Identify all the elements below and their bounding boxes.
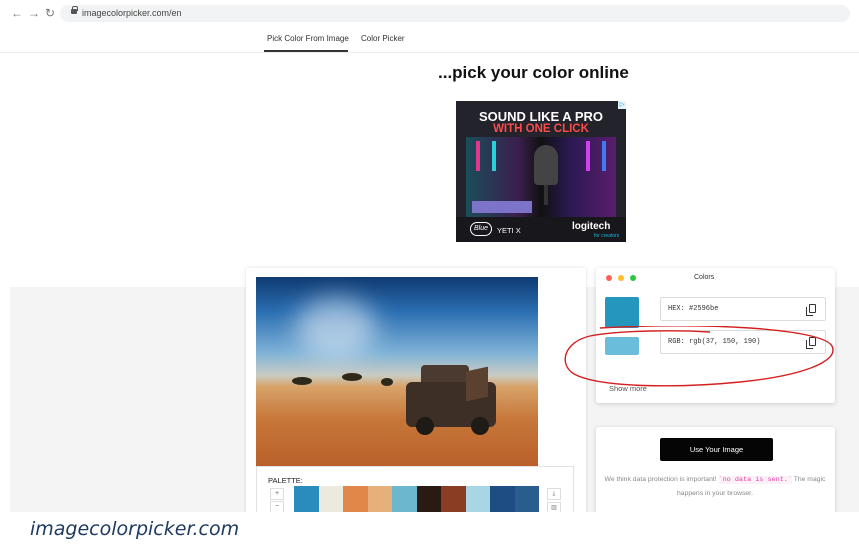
ad-headline: SOUND LIKE A PRO (479, 109, 603, 124)
ad-light-strip (602, 141, 606, 171)
reload-icon[interactable]: ↻ (45, 6, 55, 20)
ad-subheadline: WITH ONE CLICK (493, 123, 589, 135)
privacy-note: We think data protection is important! `… (600, 473, 830, 500)
tree-shape (342, 373, 362, 381)
palette-swatch[interactable] (416, 486, 441, 513)
palette-swatch[interactable] (343, 486, 368, 513)
red-annotation-circle (564, 326, 834, 387)
site-nav (0, 26, 859, 53)
keyboard-graphic (472, 201, 532, 213)
watermark-text: imagecolorpicker.com (30, 518, 240, 540)
lock-icon (71, 6, 78, 14)
tab-color-picker[interactable]: Color Picker (361, 34, 405, 43)
page: ← → ↻ imagecolorpicker.com/en Pick Color… (0, 0, 859, 544)
arrow-left-icon[interactable]: ← (11, 6, 23, 20)
uploaded-image[interactable] (256, 277, 538, 466)
microphone-stand (544, 185, 548, 205)
logitech-logo: logitech (572, 221, 611, 232)
zoom-in-button[interactable]: + (270, 488, 284, 500)
car-wheel (471, 417, 489, 435)
download-icon[interactable]: ⤓ (547, 488, 561, 500)
microphone-icon (534, 145, 558, 185)
tree-shape (381, 378, 393, 386)
active-tab-indicator (264, 50, 348, 52)
palette-swatch[interactable] (441, 486, 466, 513)
colors-panel-title: Colors (694, 274, 715, 281)
window-dot-red (606, 275, 612, 281)
adchoices-icon[interactable]: ▷ (618, 101, 626, 109)
palette-swatch[interactable] (465, 486, 490, 513)
palette-swatch[interactable] (392, 486, 417, 513)
palette-swatch[interactable] (490, 486, 515, 513)
car-wheel (416, 417, 434, 435)
ad-light-strip (476, 141, 480, 171)
use-your-image-button[interactable]: Use Your Image (660, 438, 773, 461)
ad-light-strip (492, 141, 496, 171)
hex-value[interactable]: HEX: #2596be (668, 305, 718, 313)
palette-label: PALETTE: (268, 476, 303, 485)
primary-color-swatch[interactable] (605, 297, 639, 328)
privacy-text-prefix: We think data protection is important! (604, 476, 719, 483)
privacy-code: `no data is sent.` (718, 476, 792, 484)
palette-swatch[interactable] (318, 486, 343, 513)
blue-brand-logo: Blue (470, 222, 492, 236)
arrow-right-icon[interactable]: → (28, 6, 40, 20)
palette-swatch[interactable] (514, 486, 539, 513)
copy-hex-icon[interactable] (806, 304, 816, 316)
page-title: ...pick your color online (438, 63, 629, 82)
window-dot-green (630, 275, 636, 281)
palette-swatch[interactable] (294, 486, 319, 513)
car-door (466, 366, 488, 402)
tab-pick-color-from-image[interactable]: Pick Color From Image (267, 34, 349, 43)
window-dot-yellow (618, 275, 624, 281)
tree-shape (292, 377, 312, 385)
logitech-tagline: for creators (594, 233, 620, 239)
sky-glow (296, 297, 376, 357)
palette-swatch[interactable] (367, 486, 392, 513)
url-text[interactable]: imagecolorpicker.com/en (82, 8, 182, 18)
ad-light-strip (586, 141, 590, 171)
ad-product-name: YETI X (497, 226, 521, 235)
